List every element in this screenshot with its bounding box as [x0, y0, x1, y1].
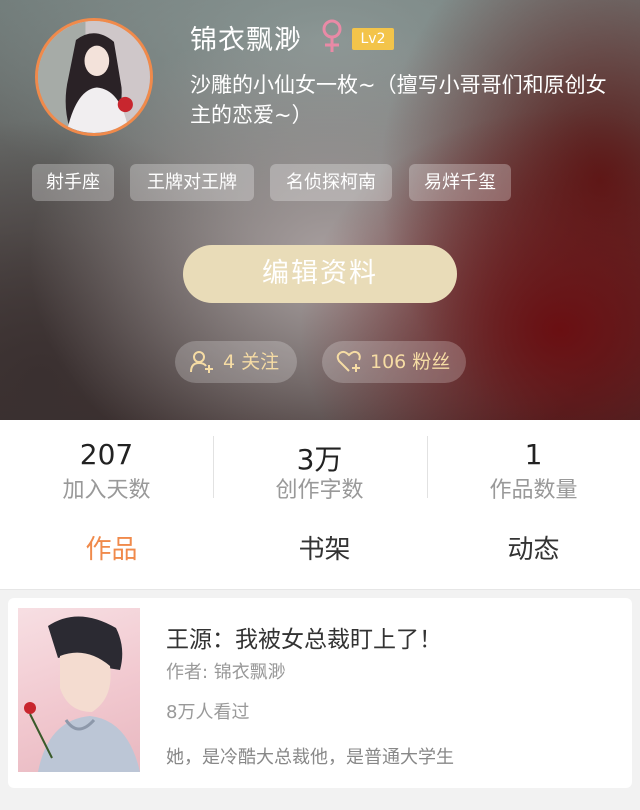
tab-activity[interactable]: 动态	[427, 510, 640, 590]
stat-label: 作品数量	[489, 478, 578, 503]
edit-profile-button[interactable]: 编辑资料	[183, 245, 457, 303]
profile-header: 锦衣飘渺 Lv2 沙雕的小仙女一枚~（擅写小哥哥们和原创女主的恋爱~） 射手座 …	[0, 0, 640, 420]
female-icon	[322, 19, 342, 52]
stat-works-count: 1 作品数量	[427, 420, 640, 510]
following-button[interactable]: 4 关注	[175, 341, 297, 383]
book-description: 她，是冷酷大总裁他，是普通大学生	[166, 747, 454, 768]
tag-item[interactable]: 易烊千玺	[409, 164, 511, 201]
tag-item[interactable]: 名侦探柯南	[270, 164, 392, 201]
stat-value: 207	[79, 438, 134, 471]
tab-works[interactable]: 作品	[5, 510, 218, 590]
stat-label: 加入天数	[62, 478, 151, 503]
nickname: 锦衣飘渺	[190, 25, 302, 56]
level-badge: Lv2	[352, 28, 394, 50]
tag-item[interactable]: 射手座	[32, 164, 114, 201]
followers-count: 106 粉丝	[370, 351, 451, 373]
book-views: 8万人看过	[166, 702, 250, 723]
stats-bar: 207 加入天数 3万 创作字数 1 作品数量	[0, 420, 640, 510]
book-cover[interactable]	[18, 608, 140, 772]
book-author: 作者: 锦衣飘渺	[166, 662, 286, 683]
book-card[interactable]: 王源：我被女总裁盯上了！ 作者: 锦衣飘渺 8万人看过 她，是冷酷大总裁他，是普…	[8, 598, 632, 788]
stat-label: 创作字数	[275, 478, 364, 503]
following-count: 4 关注	[223, 351, 280, 373]
stat-join-days: 207 加入天数	[0, 420, 213, 510]
stat-value: 1	[524, 438, 543, 471]
tag-item[interactable]: 王牌对王牌	[130, 164, 254, 201]
tab-bookshelf[interactable]: 书架	[218, 510, 431, 590]
book-cover-image	[24, 616, 140, 772]
heart-plus-icon	[336, 350, 361, 372]
bottom-spacer	[0, 788, 640, 810]
stat-word-count: 3万 创作字数	[213, 420, 426, 510]
tab-bar: 作品 书架 动态	[0, 510, 640, 590]
followers-button[interactable]: 106 粉丝	[322, 341, 466, 383]
profile-bio: 沙雕的小仙女一枚~（擅写小哥哥们和原创女主的恋爱~）	[190, 73, 607, 127]
avatar-illustration	[38, 21, 150, 133]
add-user-icon	[190, 351, 213, 373]
avatar[interactable]	[35, 18, 153, 136]
book-title[interactable]: 王源：我被女总裁盯上了！	[166, 620, 442, 654]
